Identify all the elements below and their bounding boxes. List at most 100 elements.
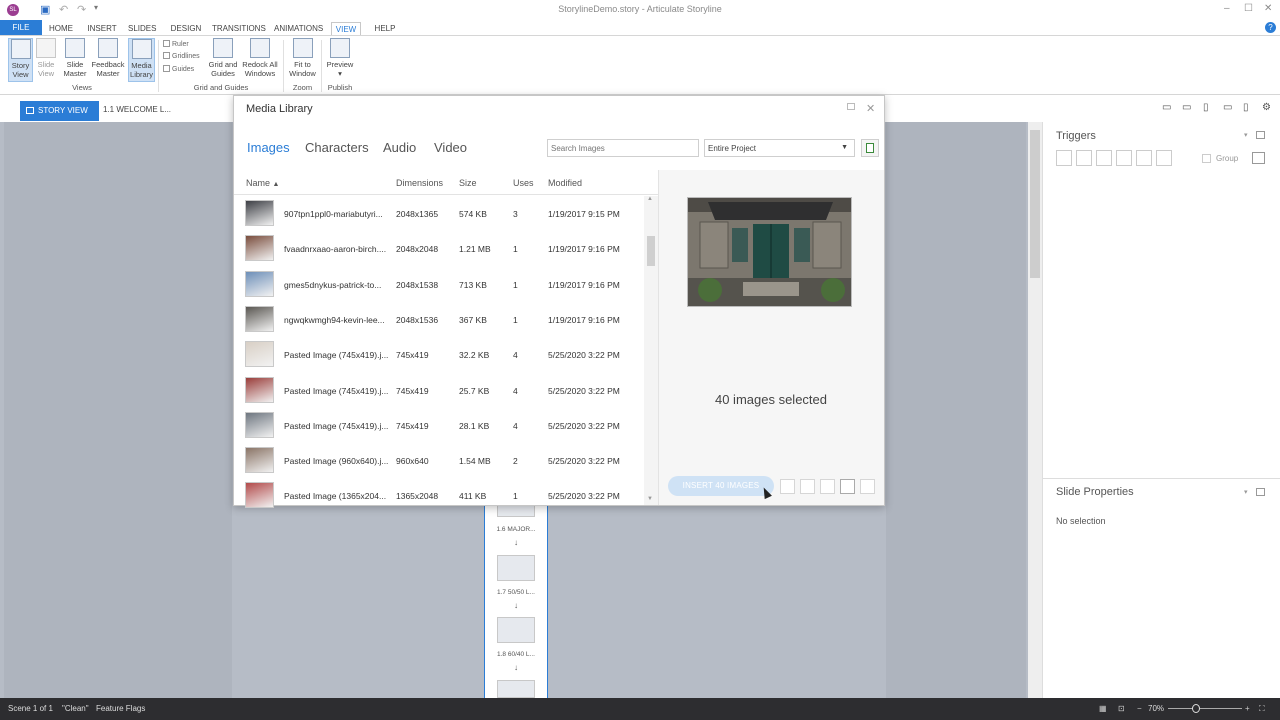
export-icon[interactable] xyxy=(840,479,855,494)
scrollbar-thumb[interactable] xyxy=(1030,130,1040,278)
image-thumbnail xyxy=(245,235,274,262)
slide-thumbnail[interactable] xyxy=(497,617,535,643)
scroll-down-icon[interactable]: ▼ xyxy=(647,496,653,502)
collapse-icon[interactable]: ▾ xyxy=(1244,131,1248,139)
import-button[interactable] xyxy=(861,139,879,157)
list-scrollbar[interactable]: ▲ ▼ xyxy=(644,196,658,505)
edit-trigger-icon[interactable] xyxy=(1076,150,1092,166)
settings-gear-icon[interactable]: ⚙ xyxy=(1262,102,1271,113)
table-row[interactable]: gmes5dnykus-patrick-to... 2048x1538 713 KB… xyxy=(234,267,644,302)
ruler-checkbox[interactable]: Ruler xyxy=(163,40,189,48)
help-icon[interactable]: ? xyxy=(1265,22,1276,33)
paste-trigger-icon[interactable] xyxy=(1116,150,1132,166)
preview-button[interactable]: Preview ▾ xyxy=(324,38,356,82)
image-thumbnail xyxy=(245,270,274,297)
slide-thumbnail[interactable] xyxy=(497,680,535,698)
column-size[interactable]: Size xyxy=(459,178,477,188)
new-trigger-icon[interactable] xyxy=(1056,150,1072,166)
trigger-panel-icon[interactable] xyxy=(1252,152,1265,164)
phone-portrait-icon[interactable]: ▯ xyxy=(1243,102,1249,113)
zoom-slider-thumb[interactable] xyxy=(1192,704,1200,713)
column-modified[interactable]: Modified xyxy=(548,178,582,188)
media-library-button[interactable]: Media Library xyxy=(128,38,155,82)
table-row[interactable]: Pasted Image (745x419).j... 745x419 25.7 K… xyxy=(234,373,644,408)
tab-transitions[interactable]: TRANSITIONS xyxy=(212,22,266,35)
cell-dimensions: 745x419 xyxy=(396,420,429,431)
fullscreen-icon[interactable]: ⛶ xyxy=(1259,698,1265,720)
tablet-landscape-icon[interactable]: ▭ xyxy=(1182,102,1191,113)
edit-icon[interactable] xyxy=(800,479,815,494)
close-icon[interactable]: ✕ xyxy=(866,102,875,115)
feedback-master-button[interactable]: Feedback Master xyxy=(90,38,126,82)
feature-flags[interactable]: Feature Flags xyxy=(96,698,145,720)
tab-insert[interactable]: INSERT xyxy=(87,22,117,35)
slide-thumbnail[interactable] xyxy=(497,555,535,581)
scroll-up-icon[interactable]: ▲ xyxy=(647,196,653,202)
scope-dropdown[interactable]: Entire Project ▼ xyxy=(704,139,855,157)
table-row[interactable]: Pasted Image (960x640).j... 960x640 1.54 M… xyxy=(234,443,644,478)
undock-icon[interactable] xyxy=(1256,131,1265,139)
redock-all-windows-button[interactable]: Redock All Windows xyxy=(241,38,279,82)
column-uses[interactable]: Uses xyxy=(513,178,534,188)
image-thumbnail xyxy=(245,376,274,403)
slide-label: 1.8 60/40 L... xyxy=(497,651,535,658)
cell-size: 1.21 MB xyxy=(459,244,491,255)
scrollbar-thumb[interactable] xyxy=(647,236,655,266)
close-button[interactable]: ✕ xyxy=(1264,3,1272,14)
tab-slide-welcome[interactable]: 1.1 WELCOME L... xyxy=(103,105,171,114)
tab-audio[interactable]: Audio xyxy=(383,140,416,155)
desktop-view-icon[interactable]: ▭ xyxy=(1162,102,1171,113)
tab-help[interactable]: HELP xyxy=(372,22,398,35)
column-name[interactable]: Name ▲ xyxy=(246,178,279,188)
table-row[interactable]: Pasted Image (1365x204... 1365x2048 411 KB… xyxy=(234,478,644,513)
maximize-button[interactable]: ☐ xyxy=(1244,3,1253,14)
table-row[interactable]: fvaadnrxaao-aaron-birch.... 2048x2048 1.21… xyxy=(234,231,644,266)
cell-size: 411 KB xyxy=(459,491,487,502)
minimize-button[interactable]: – xyxy=(1224,3,1230,14)
delete-trigger-icon[interactable] xyxy=(1136,150,1152,166)
group-checkbox[interactable] xyxy=(1202,154,1211,163)
slide-view-button[interactable]: Slide View xyxy=(34,38,58,82)
guides-checkbox[interactable]: Guides xyxy=(163,65,194,73)
gridlines-checkbox[interactable]: Gridlines xyxy=(163,52,200,60)
move-trigger-icon[interactable] xyxy=(1156,150,1172,166)
tab-story-view[interactable]: STORY VIEW xyxy=(20,101,99,121)
fit-to-window-button[interactable]: Fit to Window xyxy=(286,38,319,82)
slide-master-button[interactable]: Slide Master xyxy=(60,38,90,82)
copy-trigger-icon[interactable] xyxy=(1096,150,1112,166)
cell-uses: 2 xyxy=(513,456,518,467)
tab-slides[interactable]: SLIDES xyxy=(128,22,156,35)
tab-video[interactable]: Video xyxy=(434,140,467,155)
delete-icon[interactable] xyxy=(860,479,875,494)
undock-icon[interactable] xyxy=(1256,488,1265,496)
tab-animations[interactable]: ANIMATIONS xyxy=(274,22,323,35)
tab-home[interactable]: HOME xyxy=(48,22,74,35)
fit-icon[interactable]: ⊡ xyxy=(1118,698,1125,720)
zoom-out-icon[interactable]: − xyxy=(1137,698,1142,720)
tab-images[interactable]: Images xyxy=(247,140,290,155)
maximize-icon[interactable] xyxy=(847,103,855,110)
search-input[interactable] xyxy=(547,139,699,157)
table-row[interactable]: Pasted Image (745x419).j... 745x419 28.1 K… xyxy=(234,408,644,443)
phone-landscape-icon[interactable]: ▭ xyxy=(1223,102,1232,113)
cell-uses: 4 xyxy=(513,350,518,361)
table-row[interactable]: Pasted Image (745x419).j... 745x419 32.2 K… xyxy=(234,337,644,372)
zoom-in-icon[interactable]: + xyxy=(1245,698,1250,720)
tab-design[interactable]: DESIGN xyxy=(170,22,202,35)
table-row[interactable]: 907tpn1ppl0-mariabutyri... 2048x1365 574 K… xyxy=(234,196,644,231)
zoom-slider[interactable] xyxy=(1168,708,1242,709)
story-view-button[interactable]: Story View xyxy=(8,38,33,82)
replace-icon[interactable] xyxy=(780,479,795,494)
insert-images-button[interactable]: INSERT 40 IMAGES xyxy=(668,476,774,496)
tab-view[interactable]: VIEW xyxy=(331,22,361,35)
tablet-portrait-icon[interactable]: ▯ xyxy=(1203,102,1209,113)
canvas-scrollbar[interactable] xyxy=(1028,122,1042,698)
tab-file[interactable]: FILE xyxy=(0,20,42,35)
tab-characters[interactable]: Characters xyxy=(305,140,369,155)
open-folder-icon[interactable] xyxy=(820,479,835,494)
layout-icon[interactable]: ▦ xyxy=(1099,698,1107,720)
grid-and-guides-button[interactable]: Grid and Guides xyxy=(206,38,240,82)
collapse-icon[interactable]: ▾ xyxy=(1244,488,1248,496)
column-dimensions[interactable]: Dimensions xyxy=(396,178,443,188)
table-row[interactable]: ngwqkwmgh94-kevin-lee... 2048x1536 367 KB 1… xyxy=(234,302,644,337)
